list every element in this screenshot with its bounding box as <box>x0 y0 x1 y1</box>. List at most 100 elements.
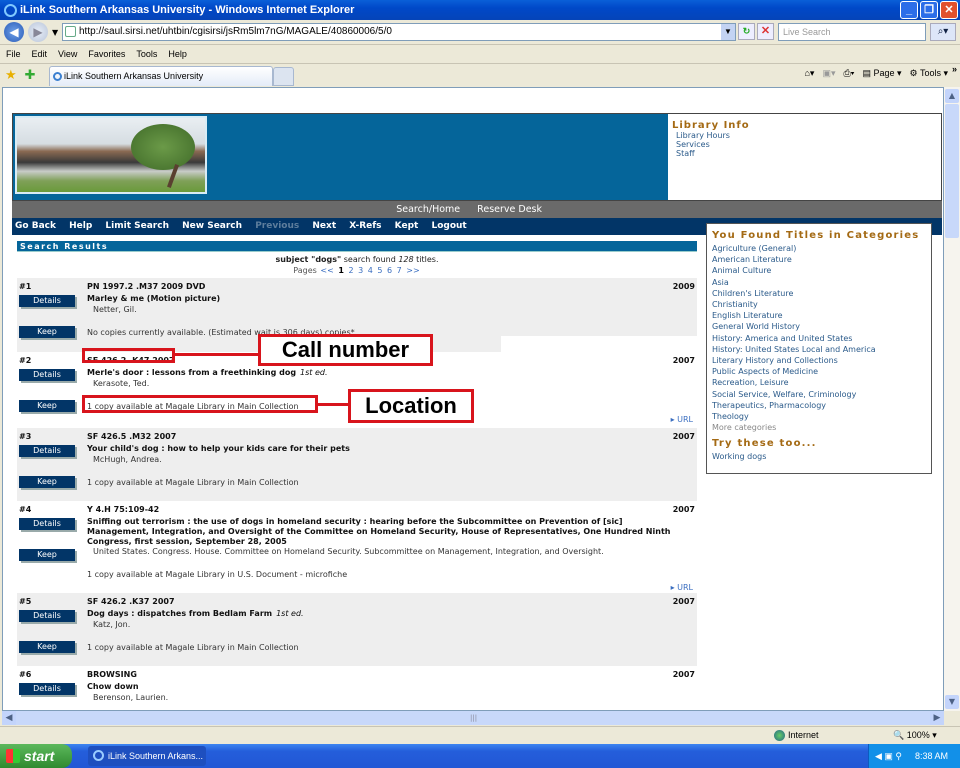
details-button[interactable]: Details <box>19 610 75 622</box>
scroll-up-icon[interactable]: ▲ <box>945 89 959 103</box>
category-link[interactable]: Public Aspects of Medicine <box>712 366 931 377</box>
stop-button[interactable]: ✕ <box>757 23 774 40</box>
category-link[interactable]: English Literature <box>712 310 931 321</box>
menu-view[interactable]: View <box>58 49 77 59</box>
scroll-down-icon[interactable]: ▼ <box>945 695 959 709</box>
category-link[interactable]: Recreation, Leisure <box>712 377 931 388</box>
categories-title: You Found Titles in Categories <box>712 230 920 241</box>
keep-button[interactable]: Keep <box>19 641 75 653</box>
category-link[interactable]: Agriculture (General) <box>712 243 931 254</box>
category-link[interactable]: Therapeutics, Pharmacology <box>712 400 931 411</box>
kept-link[interactable]: Kept <box>395 221 419 231</box>
live-search-input[interactable]: Live Search <box>778 23 926 41</box>
title-link[interactable]: Your child's dog : how to help your kids… <box>87 444 687 454</box>
scroll-right-icon[interactable]: ▶ <box>930 711 944 725</box>
scroll-thumb[interactable] <box>945 104 959 238</box>
xrefs-link[interactable]: X-Refs <box>349 221 381 231</box>
title-link[interactable]: Sniffing out terrorism : the use of dogs… <box>87 517 687 547</box>
keep-button[interactable]: Keep <box>19 400 75 412</box>
print-icon[interactable]: ⎙▾ <box>843 68 854 79</box>
go-back-link[interactable]: Go Back <box>15 221 56 231</box>
keep-button[interactable]: Keep <box>19 476 75 488</box>
new-search-link[interactable]: New Search <box>182 221 242 231</box>
url-link[interactable]: ▸ URL <box>671 583 693 592</box>
chevron-more-icon[interactable]: » <box>952 64 957 74</box>
history-dropdown-icon[interactable]: ▼ <box>52 28 58 37</box>
add-favorite-icon[interactable]: ✚ <box>25 68 36 83</box>
menu-tools[interactable]: Tools <box>136 49 157 59</box>
pages-prev-link[interactable]: << <box>320 266 333 275</box>
url-link[interactable]: ▸ URL <box>671 415 693 424</box>
restore-button[interactable]: ❐ <box>920 1 938 19</box>
search-home-link[interactable]: Search/Home <box>396 204 460 215</box>
title-link[interactable]: Merle's door : lessons from a freethinki… <box>87 368 687 378</box>
category-link[interactable]: Asia <box>712 277 931 288</box>
details-button[interactable]: Details <box>19 683 75 695</box>
taskbar-ie-item[interactable]: iLink Southern Arkans... <box>88 746 206 766</box>
category-link[interactable]: American Literature <box>712 254 931 265</box>
feeds-icon[interactable]: ▣▾ <box>822 68 835 79</box>
pages-next-link[interactable]: >> <box>406 266 419 275</box>
category-link[interactable]: Christianity <box>712 299 931 310</box>
close-button[interactable]: ✕ <box>940 1 958 19</box>
new-tab-button[interactable] <box>273 67 294 86</box>
more-categories-link[interactable]: More categories <box>712 422 931 433</box>
tray-icons[interactable]: ◀ ▣ ⚲ <box>875 744 902 768</box>
limit-search-link[interactable]: Limit Search <box>105 221 169 231</box>
vertical-scrollbar[interactable]: ▲ ▼ <box>944 87 960 711</box>
category-link[interactable]: History: United States Local and America <box>712 344 931 355</box>
help-link[interactable]: Help <box>69 221 92 231</box>
page-menu[interactable]: ▤ Page ▾ <box>862 68 901 79</box>
address-row: ◀ ▶ ▼ http://saul.sirsi.net/uhtbin/cgisi… <box>0 20 960 44</box>
logout-link[interactable]: Logout <box>431 221 466 231</box>
refresh-button[interactable]: ↻ <box>738 23 755 40</box>
library-hours-link[interactable]: Library Hours <box>676 131 941 140</box>
details-button[interactable]: Details <box>19 295 75 307</box>
start-button[interactable]: start <box>0 744 72 768</box>
title-link[interactable]: Marley & me (Motion picture) <box>87 294 687 304</box>
favorites-star-icon[interactable]: ★ <box>5 68 17 83</box>
page-link-6[interactable]: 6 <box>387 266 392 275</box>
page-link-2[interactable]: 2 <box>348 266 353 275</box>
back-button[interactable]: ◀ <box>4 22 24 42</box>
staff-link[interactable]: Staff <box>676 149 941 158</box>
page-link-7[interactable]: 7 <box>397 266 402 275</box>
reserve-desk-link[interactable]: Reserve Desk <box>477 204 542 215</box>
category-link[interactable]: Children's Literature <box>712 288 931 299</box>
scroll-left-icon[interactable]: ◀ <box>2 711 16 725</box>
details-button[interactable]: Details <box>19 518 75 530</box>
details-button[interactable]: Details <box>19 445 75 457</box>
home-icon[interactable]: ⌂▾ <box>804 68 814 79</box>
forward-button[interactable]: ▶ <box>28 22 48 42</box>
services-link[interactable]: Services <box>676 140 941 149</box>
address-dropdown-icon[interactable]: ▼ <box>721 24 735 40</box>
keep-button[interactable]: Keep <box>19 326 75 338</box>
zoom-control[interactable]: 🔍 100% ▾ <box>893 730 937 741</box>
page-link-4[interactable]: 4 <box>368 266 373 275</box>
page-link-5[interactable]: 5 <box>377 266 382 275</box>
browser-tab[interactable]: iLink Southern Arkansas University <box>49 66 273 86</box>
scroll-grip-icon[interactable]: ||| <box>470 714 477 722</box>
menu-edit[interactable]: Edit <box>32 49 48 59</box>
menu-file[interactable]: File <box>6 49 21 59</box>
category-link[interactable]: Social Service, Welfare, Criminology <box>712 389 931 400</box>
title-link[interactable]: Dog days : dispatches from Bedlam Farm 1s… <box>87 609 687 619</box>
category-link[interactable]: General World History <box>712 321 931 332</box>
page-link-3[interactable]: 3 <box>358 266 363 275</box>
title-link[interactable]: Chow down <box>87 682 687 692</box>
menu-help[interactable]: Help <box>168 49 187 59</box>
address-bar[interactable]: http://saul.sirsi.net/uhtbin/cgisirsi/js… <box>62 23 736 41</box>
tools-menu[interactable]: ⚙ Tools ▾ <box>910 68 948 79</box>
category-link[interactable]: Animal Culture <box>712 265 931 276</box>
category-link[interactable]: Theology <box>712 411 931 422</box>
details-button[interactable]: Details <box>19 369 75 381</box>
try-link-working-dogs[interactable]: Working dogs <box>712 451 931 462</box>
category-link[interactable]: Literary History and Collections <box>712 355 931 366</box>
minimize-button[interactable]: _ <box>900 1 918 19</box>
horizontal-scrollbar[interactable]: ◀ ||| ▶ <box>2 711 944 725</box>
menu-favorites[interactable]: Favorites <box>88 49 125 59</box>
search-button[interactable]: ⌕▾ <box>930 23 956 41</box>
keep-button[interactable]: Keep <box>19 549 75 561</box>
next-link[interactable]: Next <box>312 221 336 231</box>
category-link[interactable]: History: America and United States <box>712 333 931 344</box>
